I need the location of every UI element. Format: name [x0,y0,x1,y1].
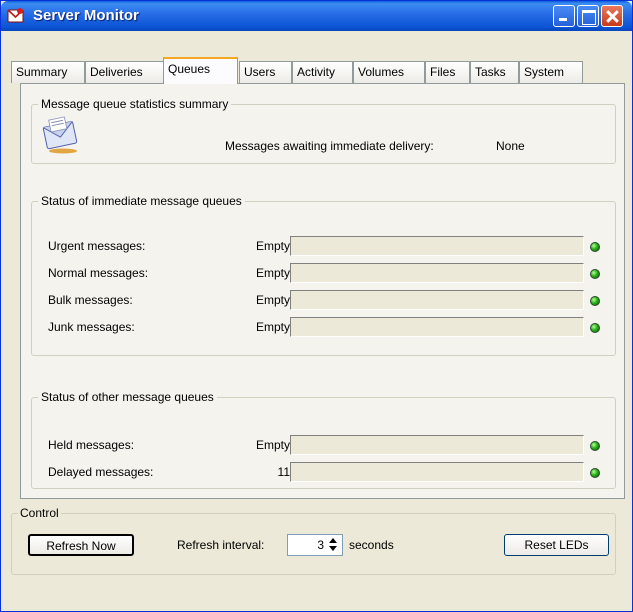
refresh-interval-value[interactable]: 3 [317,538,324,552]
envelope-icon [42,116,78,154]
tab-volumes[interactable]: Volumes [353,61,425,83]
control-group: Control Refresh Now Refresh interval: 3 … [11,506,616,575]
tab-files[interactable]: Files [425,61,470,83]
bulk-messages-led-icon [590,296,600,306]
bulk-messages-label: Bulk messages: [48,293,133,307]
spinner-down-icon[interactable] [329,546,337,551]
delayed-messages-led-icon [590,468,600,478]
held-messages-label: Held messages: [48,438,135,452]
tab-tasks[interactable]: Tasks [470,61,519,83]
junk-messages-label: Junk messages: [48,320,135,334]
awaiting-delivery-value: None [496,139,525,153]
normal-messages-label: Normal messages: [48,266,149,280]
queue-summary-group: Message queue statistics summary Message… [31,97,616,164]
other-queues-title: Status of other message queues [38,390,217,404]
normal-messages-bar [290,263,584,283]
queues-panel: Message queue statistics summary Message… [20,83,625,499]
normal-messages-status: Empty [255,266,290,280]
control-title: Control [18,506,61,520]
urgent-messages-label: Urgent messages: [48,239,146,253]
refresh-now-button[interactable]: Refresh Now [28,534,134,556]
bulk-messages-status: Empty [255,293,290,307]
tab-summary[interactable]: Summary [11,61,85,83]
tab-system[interactable]: System [519,61,583,83]
tab-users[interactable]: Users [239,61,292,83]
refresh-interval-spinner[interactable]: 3 [287,534,343,556]
refresh-interval-label: Refresh interval: [177,538,265,552]
delayed-messages-label: Delayed messages: [48,465,154,479]
spinner-up-icon[interactable] [329,538,337,543]
held-messages-bar [290,435,584,455]
other-queues-group: Status of other message queues Held mess… [31,390,616,489]
queue-summary-title: Message queue statistics summary [38,97,232,111]
held-messages-led-icon [590,441,600,451]
urgent-messages-led-icon [590,242,600,252]
immediate-queues-title: Status of immediate message queues [38,194,245,208]
urgent-messages-bar [290,236,584,256]
junk-messages-led-icon [590,323,600,333]
junk-messages-status: Empty [255,320,290,334]
tab-queues[interactable]: Queues [163,57,238,84]
normal-messages-led-icon [590,269,600,279]
immediate-queues-group: Status of immediate message queues Urgen… [31,194,616,356]
awaiting-delivery-label: Messages awaiting immediate delivery: [225,139,434,153]
reset-leds-button[interactable]: Reset LEDs [504,534,609,556]
junk-messages-bar [290,317,584,337]
window-title: Server Monitor [33,7,139,24]
spinner-arrows-icon[interactable] [326,537,340,553]
bulk-messages-bar [290,290,584,310]
close-button[interactable] [601,5,623,27]
minimize-button[interactable] [553,5,575,27]
tab-activity[interactable]: Activity [292,61,353,83]
delayed-messages-bar [290,462,584,482]
maximize-button[interactable] [577,5,599,27]
urgent-messages-status: Empty [255,239,290,253]
held-messages-status: Empty [255,438,290,452]
server-monitor-window: Server Monitor Summary Deliveries Queues… [0,0,633,612]
title-bar[interactable]: Server Monitor [1,1,632,31]
app-icon [7,8,24,23]
refresh-interval-unit: seconds [349,538,394,552]
tab-deliveries[interactable]: Deliveries [85,61,165,83]
delayed-messages-status: 11 [277,465,290,479]
